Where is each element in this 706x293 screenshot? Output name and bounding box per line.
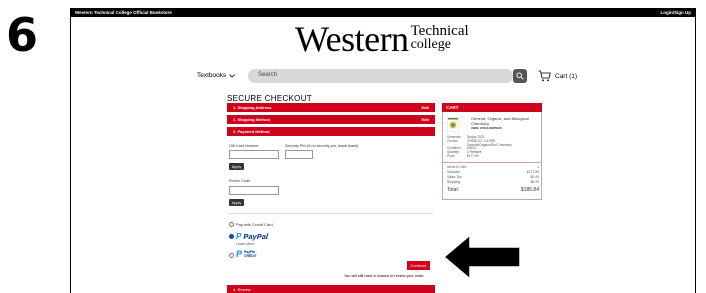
step-review: 4. Review xyxy=(227,285,435,293)
items-label: Items in Cart: xyxy=(447,165,468,169)
cart-body: General, Organic, and Biological Chemist… xyxy=(442,112,542,200)
store-name: Western Technical College Official Books… xyxy=(75,10,172,15)
step-number: 6 xyxy=(6,8,39,62)
total-label: Total: xyxy=(447,187,459,193)
page-title: SECURE CHECKOUT xyxy=(227,94,312,103)
paypal-credit-bottom: CREDIT xyxy=(244,254,257,258)
book-title[interactable]: General, Organic, and Biological Chemist… xyxy=(471,116,539,131)
paypal-credit-logo: P PayPal CREDIT xyxy=(236,249,257,259)
checkout-steps: 1. Shipping Address Edit 2. Shipping Met… xyxy=(227,103,435,144)
promo-code-label: Promo Code xyxy=(229,179,251,183)
shipping-row: Shipping: $8.25 xyxy=(447,180,539,184)
tax-label: Sales Tax: xyxy=(447,175,463,179)
paypal-mark-icon: P xyxy=(236,249,243,259)
meta-row: Price: $177.59 xyxy=(447,153,512,159)
items-value: 1 xyxy=(537,165,539,169)
divider xyxy=(229,213,433,214)
college-logo[interactable]: Western Technical college xyxy=(295,19,469,59)
step-payment-method: 3. Payment Method xyxy=(227,127,435,136)
step-label: 3. Payment Method xyxy=(233,129,270,134)
gift-card-label: Gift Card Number xyxy=(229,144,259,148)
security-pin-label: Security PIN (if no security pin, leave … xyxy=(285,144,359,148)
logo-side-bottom: college xyxy=(410,37,451,52)
divider xyxy=(443,162,541,163)
cart-header: CART xyxy=(442,103,542,112)
continue-button[interactable]: Continue xyxy=(407,261,430,270)
step-label: 1. Shipping Address xyxy=(233,105,272,110)
subtotal-label: Subtotal: xyxy=(447,170,461,174)
book-isbn: ISBN: 9781319086046 xyxy=(471,126,502,131)
cart-icon xyxy=(538,70,551,82)
textbooks-menu[interactable]: Textbooks xyxy=(197,72,236,79)
logo-main-text: Western xyxy=(295,19,409,59)
search-icon xyxy=(516,72,524,80)
shipping-label: Shipping: xyxy=(447,180,462,184)
paypal-learn-more[interactable]: Learn More xyxy=(236,242,254,246)
promo-code-field[interactable] xyxy=(229,186,279,195)
tax-value: $0.00 xyxy=(530,175,540,179)
credit-card-label: Pay with Credit Card xyxy=(236,222,273,227)
apply-promo-button[interactable]: Apply xyxy=(229,199,244,206)
review-note: You will still have a chance to review y… xyxy=(344,274,425,278)
apply-gift-card-button[interactable]: Apply xyxy=(229,163,244,170)
search-placeholder: Search xyxy=(258,72,278,78)
tax-row: Sales Tax: $0.00 xyxy=(447,175,539,179)
security-pin-field[interactable] xyxy=(285,150,313,159)
paypal-logo: P PayPal xyxy=(236,232,268,241)
cart-label: Cart (1) xyxy=(555,72,578,80)
browser-frame: Western Technical College Official Books… xyxy=(70,8,696,293)
book-meta: Semester: Spring 2023 Course: CHEM-107-4 5… xyxy=(447,135,512,159)
edit-link[interactable]: Edit xyxy=(421,117,429,122)
textbooks-label: Textbooks xyxy=(197,72,227,79)
top-bar: Western Technical College Official Books… xyxy=(71,8,695,17)
paypal-label: PayPal xyxy=(243,232,268,241)
total-value: $185.84 xyxy=(520,187,539,193)
subtotal-value: $177.59 xyxy=(526,170,539,174)
login-link[interactable]: Login/Sign Up xyxy=(661,10,692,15)
book-cover-icon xyxy=(447,117,459,132)
paypal-radio[interactable] xyxy=(229,234,234,239)
logo-side-text: Technical college xyxy=(411,24,469,52)
credit-card-radio[interactable] xyxy=(229,222,234,227)
meta-key: Price: xyxy=(447,153,456,158)
edit-link[interactable]: Edit xyxy=(421,105,429,110)
step-label: 2. Shipping Method xyxy=(233,117,270,122)
paypal-credit-text: PayPal CREDIT xyxy=(244,250,257,258)
gift-card-field[interactable] xyxy=(229,150,279,159)
shipping-value: $8.25 xyxy=(530,180,540,184)
step-shipping-method[interactable]: 2. Shipping Method Edit xyxy=(227,115,435,124)
paypal-credit-radio[interactable] xyxy=(229,253,234,258)
step-shipping-address[interactable]: 1. Shipping Address Edit xyxy=(227,103,435,112)
search-button[interactable] xyxy=(513,69,527,83)
cart-link[interactable]: Cart (1) xyxy=(538,70,577,82)
cart-summary: CART General, Organic, and Biological Ch… xyxy=(442,103,542,200)
total-row: Total: $185.84 xyxy=(447,187,539,193)
chevron-down-icon xyxy=(229,73,236,78)
logo-side-top: Technical xyxy=(410,23,469,39)
paypal-mark-icon: P xyxy=(236,232,242,241)
search-input[interactable]: Search xyxy=(248,69,513,83)
nav-row: Textbooks Search Cart (1) xyxy=(71,69,695,85)
arrow-left-icon xyxy=(442,233,521,281)
subtotal-row: Subtotal: $177.59 xyxy=(447,170,539,174)
meta-value: $177.59 xyxy=(467,153,479,158)
items-row: Items in Cart: 1 xyxy=(447,165,539,169)
